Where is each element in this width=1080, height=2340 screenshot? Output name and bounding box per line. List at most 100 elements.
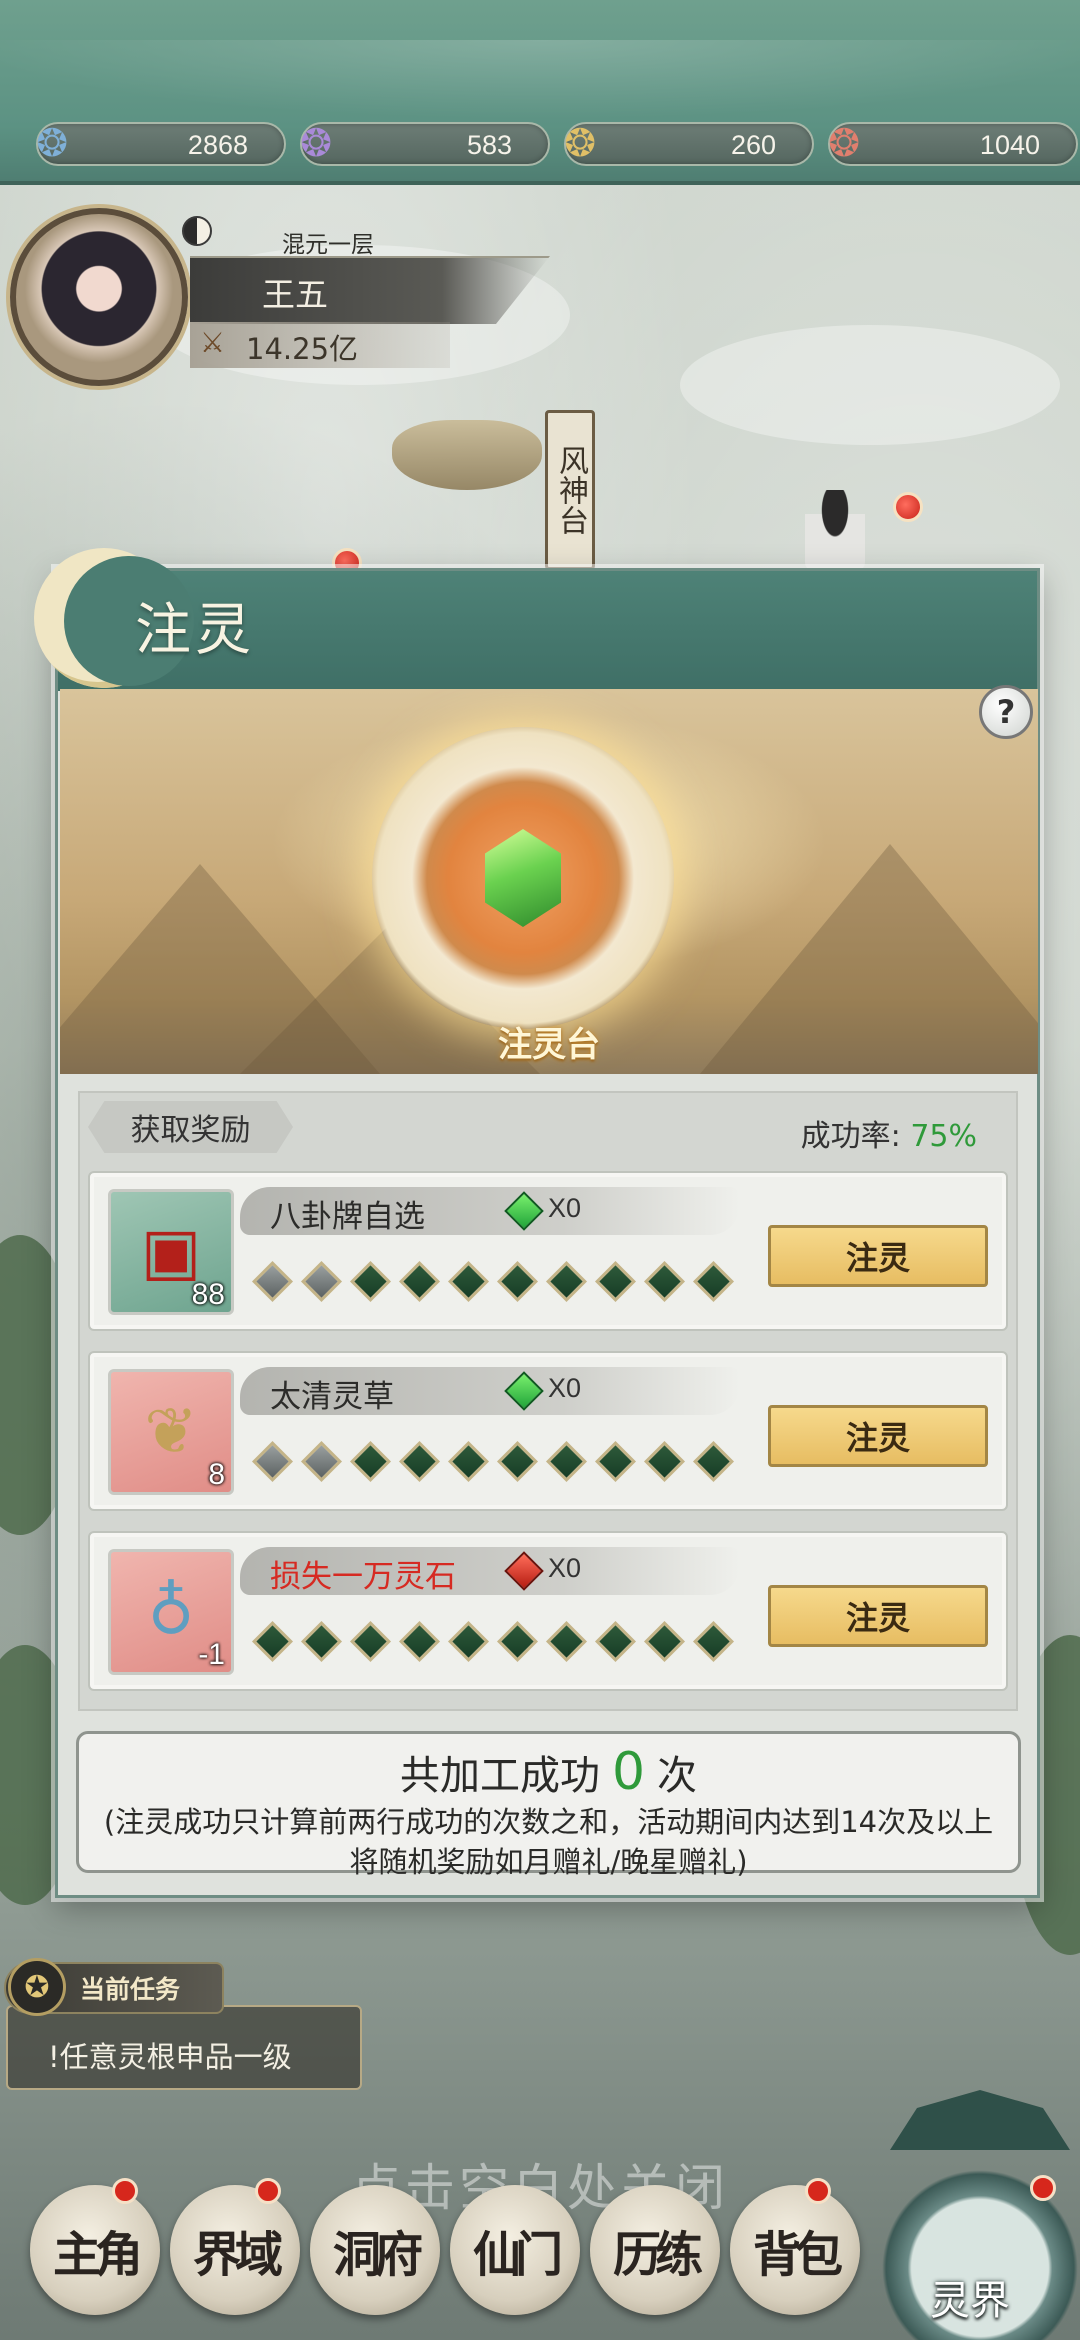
progress-diamond-empty (349, 1440, 392, 1483)
modal-title: 注灵 (135, 598, 255, 663)
reward-item-slot[interactable]: ♁ -1 (108, 1549, 234, 1675)
nav-realm-badge (255, 2178, 281, 2204)
progress-diamonds (251, 1440, 735, 1483)
summary-box: 共加工成功 0 次 (注灵成功只计算前两行成功的次数之和，活动期间内达到14次及以上… (76, 1731, 1021, 1879)
progress-diamond-empty (496, 1260, 539, 1303)
progress-diamond-empty (496, 1620, 539, 1663)
gold-spirit-icon: ❂ (564, 121, 596, 165)
altar-area: 注灵台 (60, 689, 1038, 1074)
altar-label: 注灵台 (498, 1025, 600, 1065)
purple-spirit-icon: ❂ (300, 121, 332, 165)
spirit-stone-bag-icon: ♁ (147, 1575, 195, 1649)
wind-god-pillar[interactable]: 风神台 (545, 410, 595, 570)
summary-prefix: 共加工成功 (399, 1753, 600, 1799)
nav-main[interactable]: 主角 (30, 2185, 160, 2315)
spirit-world-label[interactable]: 灵界 (930, 2268, 1010, 2326)
reward-name: 太清灵草 (270, 1379, 394, 1415)
red-spirit-icon: ❂ (828, 121, 860, 165)
nav-bag[interactable]: 背包 (730, 2185, 860, 2315)
npc-figure[interactable] (805, 490, 865, 570)
help-button[interactable]: ? (979, 685, 1033, 739)
success-rate-value: 75% (910, 1119, 977, 1154)
progress-diamond-filled (251, 1260, 294, 1303)
progress-diamond-empty (692, 1620, 735, 1663)
resource-value: 260 (730, 130, 776, 160)
reward-item-slot[interactable]: ❦ 8 (108, 1369, 234, 1495)
reward-item-slot[interactable]: ▣ 88 (108, 1189, 234, 1315)
resource-blue[interactable]: ❂ 2868 (36, 121, 286, 166)
progress-diamond-empty (398, 1440, 441, 1483)
progress-diamond-empty (643, 1260, 686, 1303)
yin-yang-icon: ☯ (182, 216, 212, 246)
progress-diamond-empty (398, 1260, 441, 1303)
progress-diamond-empty (398, 1620, 441, 1663)
summary-line: 共加工成功 0 次 (79, 1742, 1018, 1802)
progress-diamond-empty (692, 1440, 735, 1483)
reward-row: ▣ 88 八卦牌自选 X0 注灵 (88, 1171, 1008, 1331)
player-power: 14.25亿 (246, 332, 359, 366)
inject-spirit-modal: 注灵台 ? 获取奖励 成功率: 75% ▣ 88 八卦牌自选 X0 注灵 ❦ 8… (55, 568, 1040, 1898)
progress-diamond-filled (300, 1260, 343, 1303)
gem-count: X0 (548, 1373, 582, 1403)
progress-diamond-empty (251, 1620, 294, 1663)
progress-diamond-empty (545, 1440, 588, 1483)
player-avatar[interactable] (10, 208, 188, 386)
summary-suffix: 次 (657, 1753, 698, 1799)
progress-diamond-empty (447, 1440, 490, 1483)
progress-diamond-empty (349, 1620, 392, 1663)
summary-note: (注灵成功只计算前两行成功的次数之和，活动期间内达到14次及以上将随机奖励如月赠… (103, 1805, 994, 1879)
combat-power-icon: ⚔ (200, 326, 226, 359)
success-rate: 成功率: 75% (801, 1111, 977, 1155)
player-name: 王五 (262, 275, 328, 314)
progress-diamond-filled (300, 1440, 343, 1483)
blue-spirit-icon: ❂ (36, 121, 68, 165)
inject-button[interactable]: 注灵 (768, 1405, 988, 1467)
current-task-label: 当前任务 (80, 1975, 181, 2004)
nav-sect[interactable]: 仙门 (450, 2185, 580, 2315)
gem-count: X0 (548, 1553, 582, 1583)
progress-diamond-empty (496, 1440, 539, 1483)
task-scroll-icon: ✪ (8, 1958, 66, 2016)
reward-name: 损失一万灵石 (270, 1559, 456, 1595)
progress-diamonds (251, 1620, 735, 1663)
nav-training[interactable]: 历练 (590, 2185, 720, 2315)
nav-realm[interactable]: 界域 (170, 2185, 300, 2315)
resource-gold[interactable]: ❂ 260 (564, 121, 814, 166)
resource-red[interactable]: ❂ 1040 (828, 121, 1078, 166)
inject-button[interactable]: 注灵 (768, 1585, 988, 1647)
item-count: 8 (208, 1458, 225, 1491)
progress-diamond-empty (692, 1260, 735, 1303)
progress-diamond-empty (594, 1260, 637, 1303)
reward-row: ❦ 8 太清灵草 X0 注灵 (88, 1351, 1008, 1511)
progress-diamonds (251, 1260, 735, 1303)
gem-count: X0 (548, 1193, 582, 1223)
progress-diamond-empty (447, 1620, 490, 1663)
item-count: 88 (191, 1278, 225, 1311)
reward-row: ♁ -1 损失一万灵石 X0 注灵 (88, 1531, 1008, 1691)
progress-diamond-empty (545, 1260, 588, 1303)
progress-diamond-empty (643, 1620, 686, 1663)
nav-cave[interactable]: 洞府 (310, 2185, 440, 2315)
progress-diamond-empty (545, 1620, 588, 1663)
resource-purple[interactable]: ❂ 583 (300, 121, 550, 166)
nav-main-badge (112, 2178, 138, 2204)
spirit-world-badge (1030, 2175, 1056, 2201)
progress-diamond-empty (300, 1620, 343, 1663)
progress-diamond-empty (643, 1440, 686, 1483)
resource-value: 583 (466, 130, 512, 160)
progress-diamond-empty (594, 1440, 637, 1483)
map-red-dot (893, 492, 923, 522)
player-realm: 混元一层 (282, 232, 374, 258)
progress-diamond-empty (349, 1260, 392, 1303)
progress-diamond-empty (594, 1620, 637, 1663)
nav-bag-badge (805, 2178, 831, 2204)
resource-value: 1040 (979, 130, 1040, 160)
inject-button[interactable]: 注灵 (768, 1225, 988, 1287)
current-task-text[interactable]: !任意灵根申品一级 (48, 2034, 292, 2076)
ginseng-herb-icon: ❦ (144, 1395, 198, 1469)
floating-platform[interactable] (392, 420, 542, 490)
progress-diamond-filled (251, 1440, 294, 1483)
reward-name: 八卦牌自选 (270, 1199, 425, 1235)
progress-diamond-empty (447, 1260, 490, 1303)
resource-value: 2868 (187, 130, 248, 160)
